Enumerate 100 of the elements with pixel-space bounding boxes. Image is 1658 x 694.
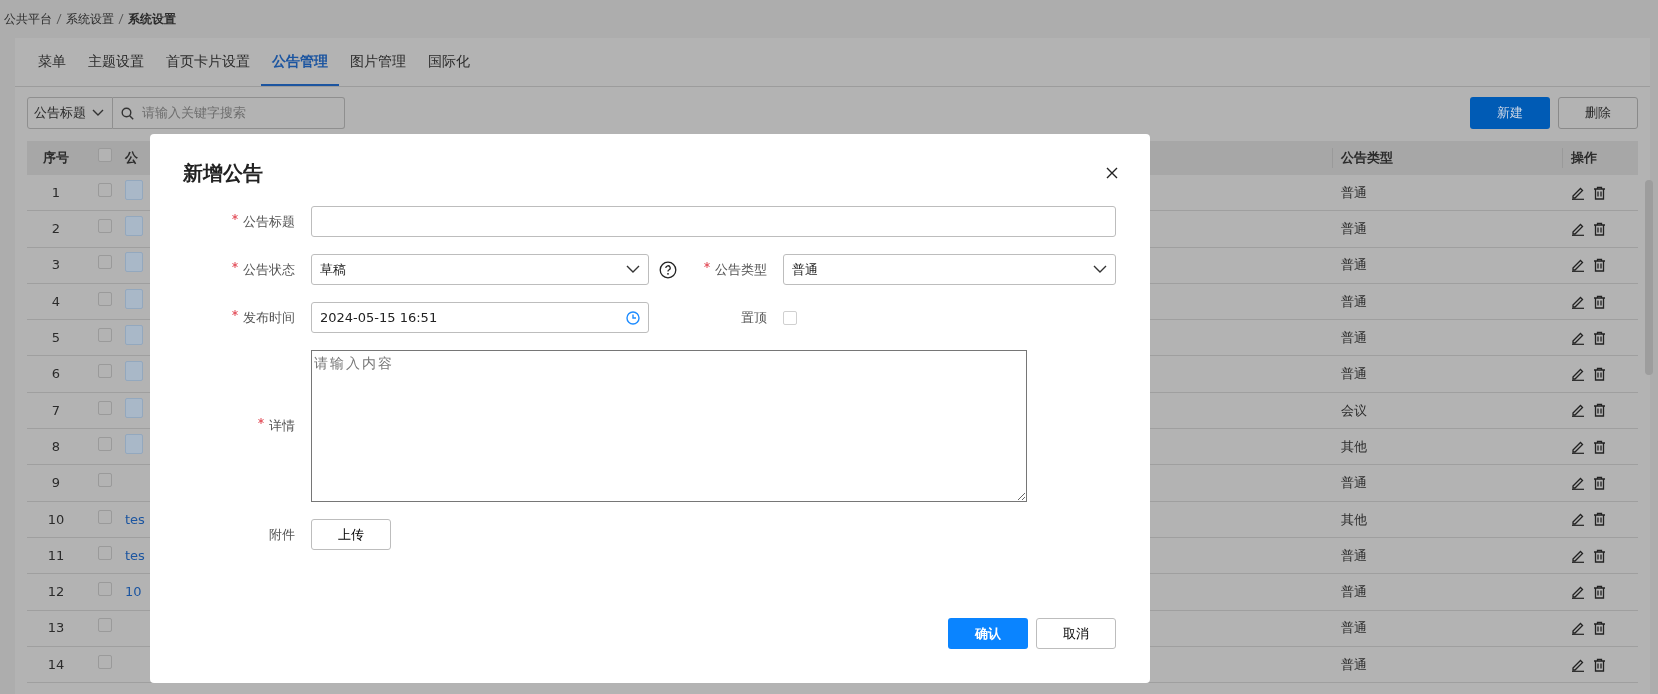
tab[interactable]: 国际化 (417, 38, 481, 86)
row-checkbox[interactable] (98, 582, 112, 597)
row-number: 13 (46, 619, 66, 638)
select-field[interactable]: 草稿 (311, 254, 649, 285)
pencil-icon[interactable] (1571, 657, 1585, 672)
row-checkbox[interactable] (98, 182, 112, 197)
trash-icon[interactable] (1593, 185, 1606, 200)
table-cell: 普通 (1341, 257, 1367, 273)
form-label: 公告类型 (715, 261, 767, 277)
trash-icon[interactable] (1593, 657, 1606, 672)
row-number: 9 (50, 474, 62, 493)
table-cell: 普通 (1341, 656, 1367, 672)
text-input[interactable] (311, 206, 1116, 237)
form-label: 详情 (269, 418, 295, 434)
breadcrumb-link[interactable]: 系统设置 (66, 10, 114, 28)
row-checkbox[interactable] (98, 654, 112, 669)
trash-icon[interactable] (1593, 548, 1606, 563)
table-cell: 其他 (1341, 438, 1367, 454)
pencil-icon[interactable] (1571, 439, 1585, 454)
form-label: 置顶 (741, 309, 767, 325)
trash-icon[interactable] (1593, 294, 1606, 309)
chevron-down-icon (626, 265, 640, 274)
pencil-icon[interactable] (1571, 476, 1585, 490)
select-all-checkbox[interactable] (98, 148, 112, 163)
pencil-icon[interactable] (1571, 403, 1585, 418)
row-checkbox[interactable] (98, 400, 112, 415)
title-link[interactable]: 10 (125, 584, 142, 600)
help-icon[interactable] (659, 260, 677, 279)
form-label: 公告状态 (243, 261, 295, 277)
row-checkbox[interactable] (98, 618, 112, 633)
row-number: 7 (50, 401, 62, 420)
select-field[interactable]: 普通 (783, 254, 1116, 285)
trash-icon[interactable] (1593, 258, 1606, 273)
row-checkbox[interactable] (98, 473, 112, 488)
pencil-icon[interactable] (1571, 330, 1585, 345)
trash-icon[interactable] (1593, 476, 1606, 490)
row-checkbox[interactable] (98, 545, 112, 560)
row-number: 8 (50, 437, 62, 456)
pencil-icon[interactable] (1571, 258, 1585, 273)
close-icon[interactable] (1106, 167, 1118, 179)
row-number: 3 (50, 256, 62, 275)
trash-icon[interactable] (1593, 221, 1606, 236)
row-number: 4 (50, 292, 62, 311)
cancel-button[interactable]: 取消 (1036, 618, 1116, 649)
row-number: 12 (46, 583, 66, 602)
pencil-icon[interactable] (1571, 584, 1585, 599)
breadcrumb-current: 系统设置 (128, 11, 176, 28)
trash-icon[interactable] (1593, 403, 1606, 418)
checkbox[interactable] (783, 310, 797, 325)
delete-button[interactable]: 删除 (1558, 97, 1638, 129)
pencil-icon[interactable] (1571, 621, 1585, 636)
content-textarea[interactable]: 请输入内容 (311, 350, 1027, 502)
row-number: 6 (50, 365, 62, 384)
row-checkbox[interactable] (98, 436, 112, 451)
row-number: 5 (50, 329, 62, 348)
table-cell: 会议 (1341, 402, 1367, 418)
separator-icon (117, 13, 125, 25)
pencil-icon[interactable] (1571, 367, 1585, 382)
table-cell: 普通 (1341, 475, 1367, 491)
tab[interactable]: 公告管理 (261, 38, 339, 86)
trash-icon[interactable] (1593, 367, 1606, 382)
trash-icon[interactable] (1593, 512, 1606, 527)
pencil-icon[interactable] (1571, 294, 1585, 309)
dialog-title: 新增公告 (183, 160, 263, 187)
pencil-icon[interactable] (1571, 548, 1585, 563)
pencil-icon[interactable] (1571, 512, 1585, 527)
table-cell: 普通 (1341, 221, 1367, 237)
trash-icon[interactable] (1593, 621, 1606, 636)
row-checkbox[interactable] (98, 509, 112, 524)
pencil-icon[interactable] (1571, 221, 1585, 236)
column-header: 操作 (1571, 150, 1597, 166)
row-number: 2 (50, 220, 62, 239)
row-checkbox[interactable] (98, 364, 112, 379)
tab[interactable]: 主题设置 (77, 38, 155, 86)
tab[interactable]: 图片管理 (339, 38, 417, 86)
trash-icon[interactable] (1593, 439, 1606, 454)
row-checkbox[interactable] (98, 328, 112, 343)
row-checkbox[interactable] (98, 219, 112, 234)
breadcrumb-link[interactable]: 公共平台 (4, 10, 52, 28)
column-header: 序号 (42, 149, 70, 168)
upload-button[interactable]: 上传 (311, 519, 391, 550)
new-button[interactable]: 新建 (1470, 97, 1550, 129)
row-checkbox[interactable] (98, 291, 112, 306)
row-number: 14 (46, 655, 66, 674)
trash-icon[interactable] (1593, 330, 1606, 345)
trash-icon[interactable] (1593, 584, 1606, 599)
chevron-down-icon (92, 109, 104, 117)
clock-icon (626, 310, 640, 325)
tab[interactable]: 菜单 (27, 38, 77, 86)
tab[interactable]: 首页卡片设置 (155, 38, 261, 86)
table-cell: 普通 (1341, 293, 1367, 309)
column-header: 公告类型 (1341, 150, 1393, 166)
title-link[interactable]: tes (125, 511, 145, 527)
pencil-icon[interactable] (1571, 185, 1585, 200)
date-time-field[interactable]: 2024-05-15 16:51 (311, 302, 649, 333)
row-checkbox[interactable] (98, 255, 112, 270)
confirm-button[interactable]: 确认 (948, 618, 1028, 649)
field-select[interactable]: 公告标题 (27, 97, 113, 129)
form-label: 附件 (269, 526, 295, 542)
title-link[interactable]: tes (125, 547, 145, 563)
